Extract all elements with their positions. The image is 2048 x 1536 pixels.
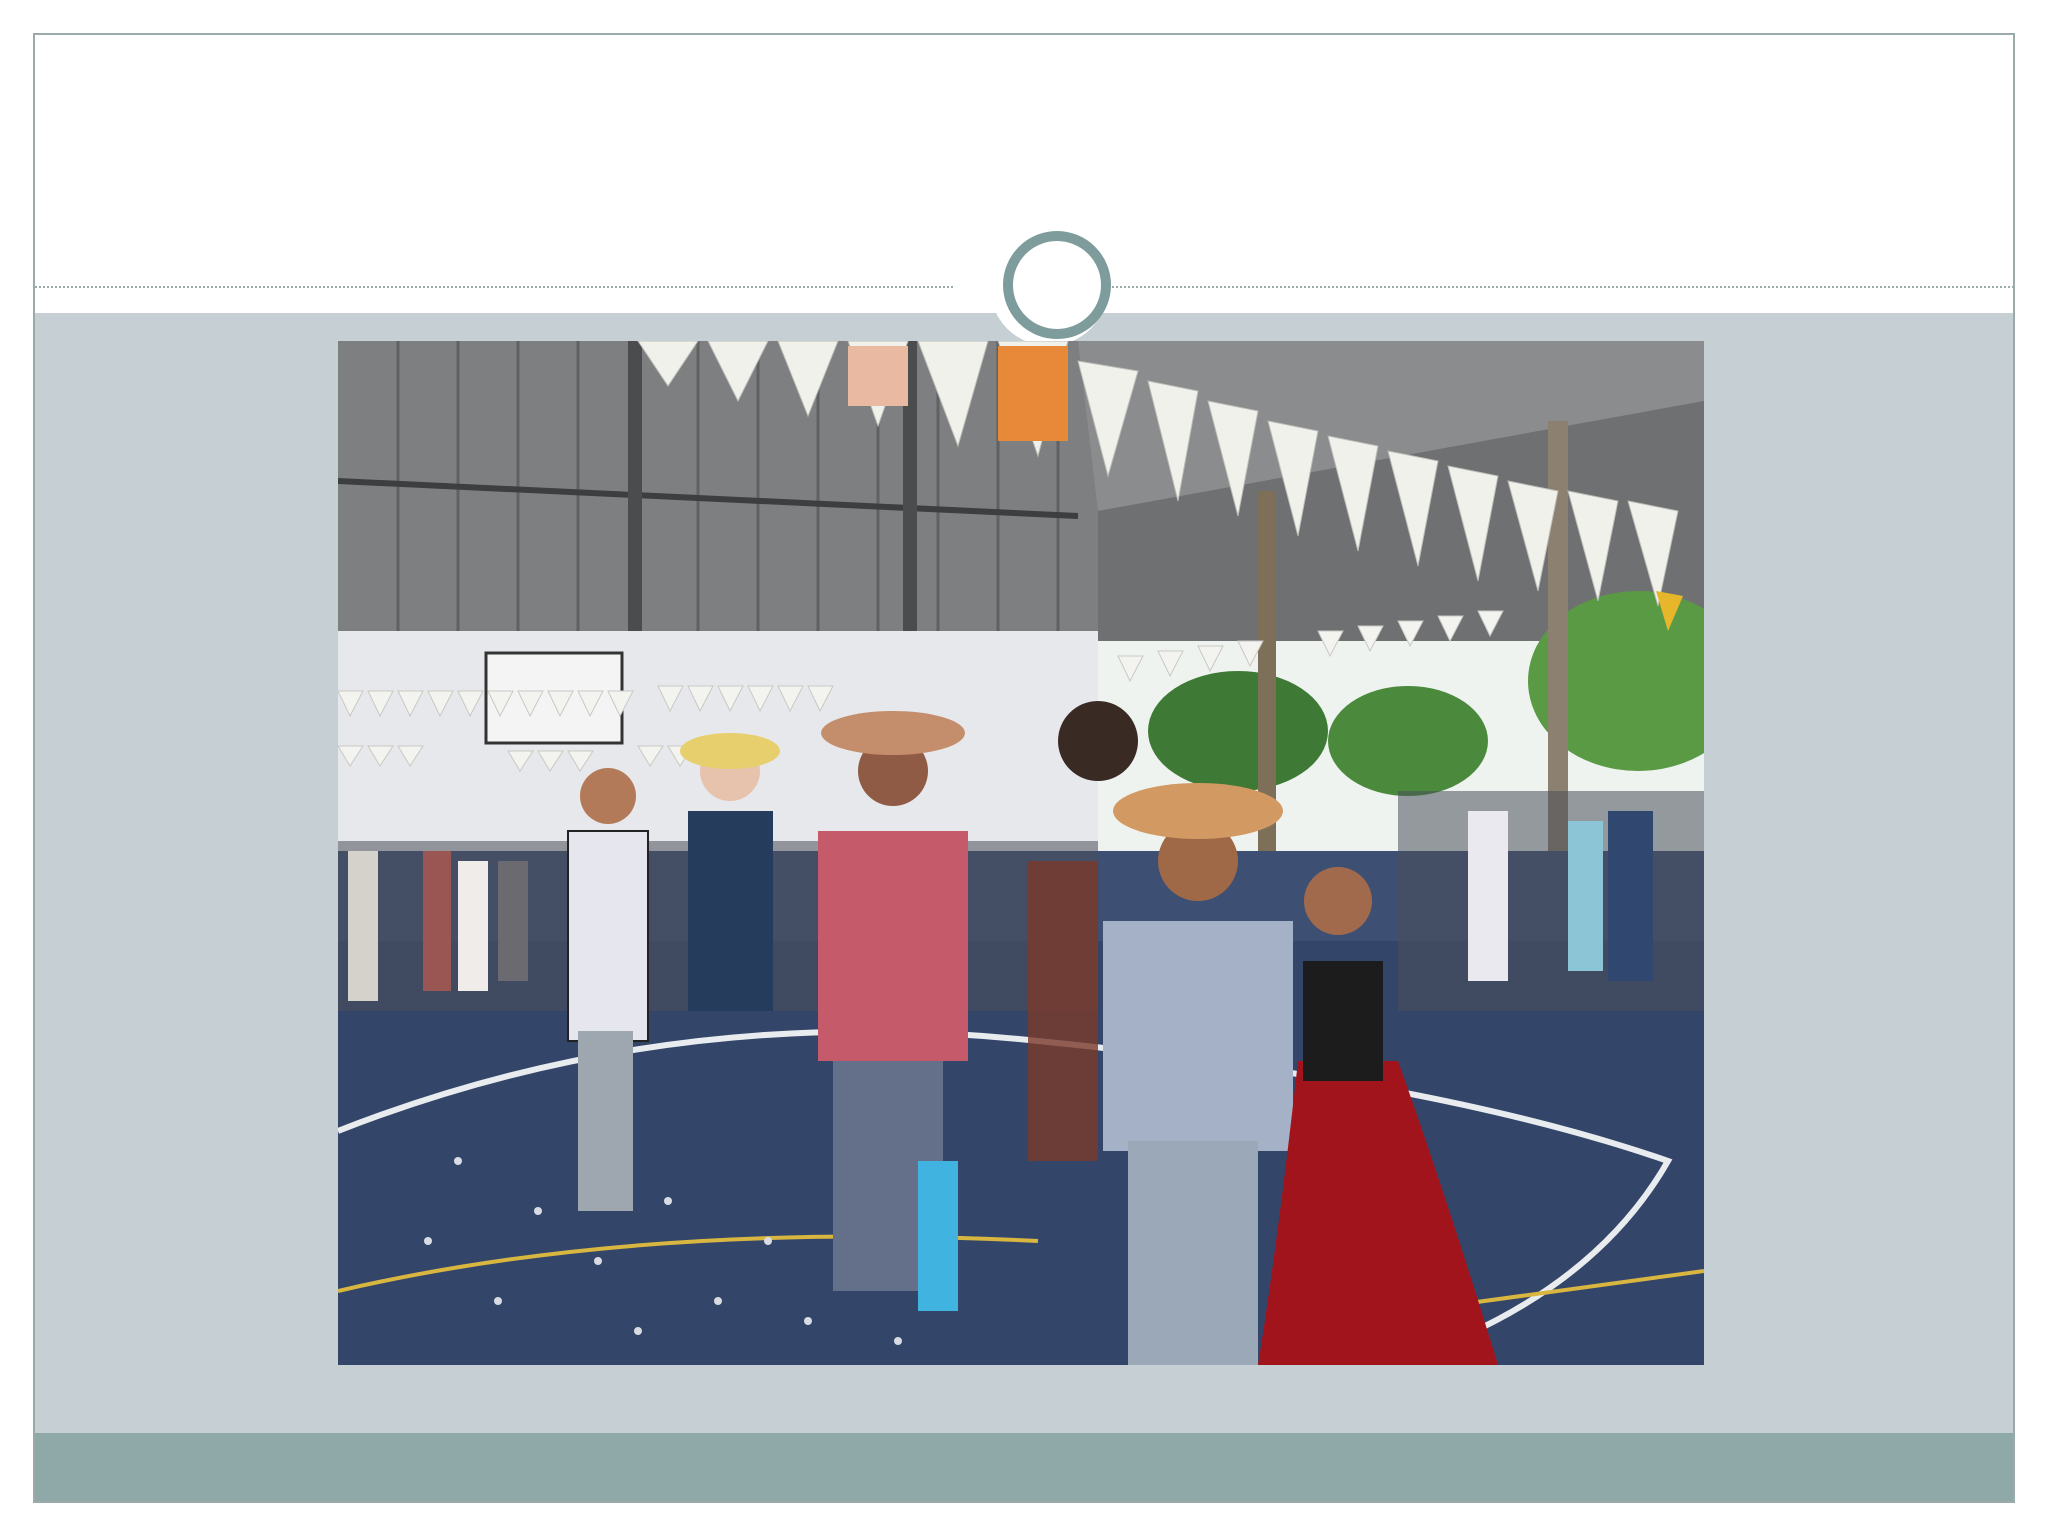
ring-ornament-icon [1003,231,1111,339]
divider-right [1097,286,2013,288]
divider-left [35,286,953,288]
photo-icon [338,341,1704,1365]
slide [33,33,2015,1503]
slide-photo [338,341,1704,1365]
footer-band [35,1433,2013,1501]
